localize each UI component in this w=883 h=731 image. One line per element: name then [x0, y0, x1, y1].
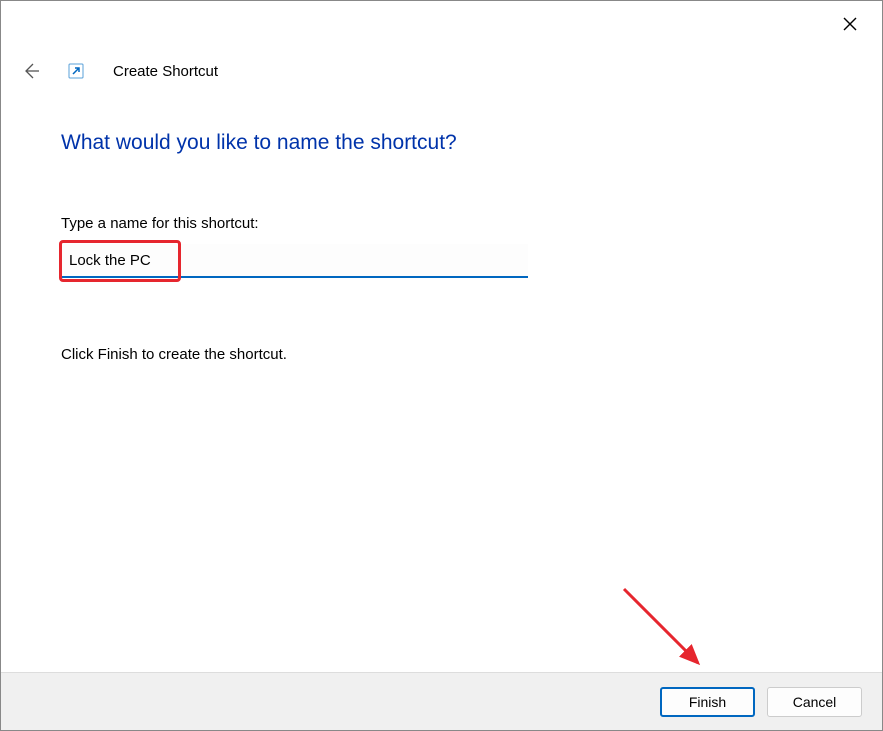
input-wrapper	[61, 244, 528, 278]
cancel-button[interactable]: Cancel	[767, 687, 862, 717]
footer: Finish Cancel	[1, 672, 882, 730]
finish-button[interactable]: Finish	[660, 687, 755, 717]
shortcut-name-input[interactable]	[61, 244, 528, 278]
wizard-title: Create Shortcut	[113, 63, 218, 80]
content-area: What would you like to name the shortcut…	[61, 131, 822, 363]
header-row: Create Shortcut	[19, 59, 218, 83]
close-icon	[843, 17, 857, 31]
back-button[interactable]	[19, 59, 43, 83]
back-arrow-icon	[21, 61, 41, 81]
titlebar	[1, 1, 882, 41]
page-heading: What would you like to name the shortcut…	[61, 131, 822, 155]
instruction-text: Click Finish to create the shortcut.	[61, 346, 822, 363]
field-label: Type a name for this shortcut:	[61, 215, 822, 232]
shortcut-icon	[67, 62, 85, 80]
close-button[interactable]	[830, 9, 870, 39]
